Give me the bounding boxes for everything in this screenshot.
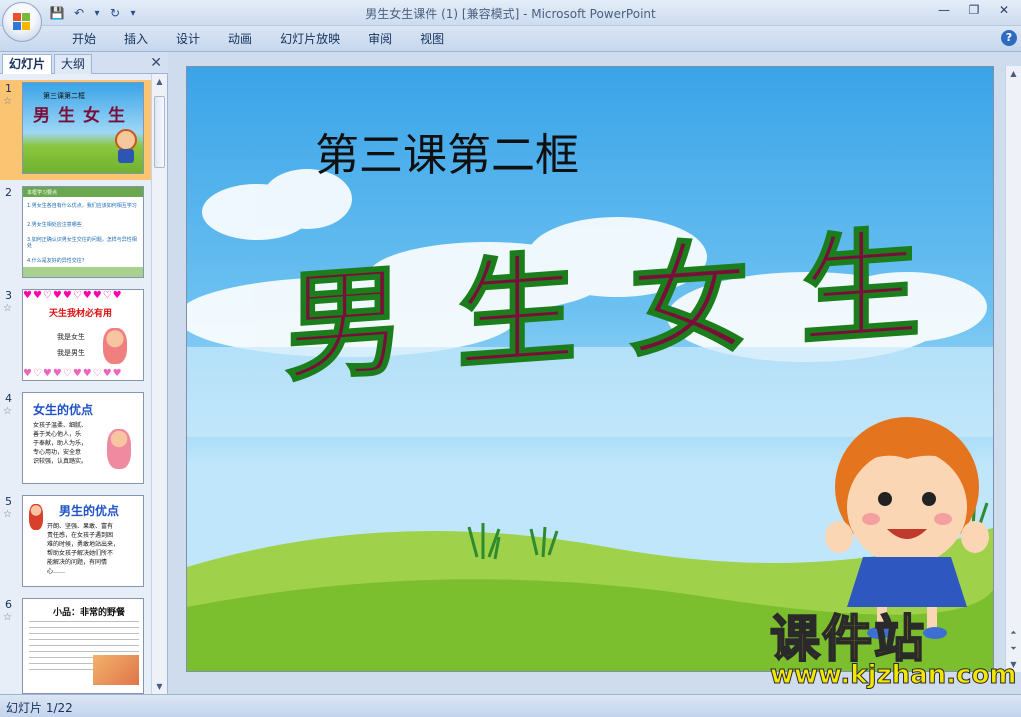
window-title: 男生女生课件 (1) [兼容模式] - Microsoft PowerPoint [365, 7, 656, 21]
animation-star-icon: ☆ [3, 406, 12, 417]
thumb-title: 小品：非常的野餐 [53, 608, 126, 618]
picnic-image-icon [93, 655, 139, 685]
slide-number: 1 [5, 82, 12, 95]
slide-thumbnail-1[interactable]: 1 ☆ 第三课第二框 男生女生 [0, 80, 152, 180]
slide-thumbnail-5[interactable]: 5 ☆ 男生的优点 开朗、坚强、果敢、富有 责任感，在女孩子遇到困 难的时候，勇… [0, 493, 152, 593]
thumb-line: 我是男生 [57, 349, 85, 357]
boy-figure-icon [29, 504, 43, 530]
tab-outline[interactable]: 大纲 [54, 54, 93, 74]
slide-number: 4 [5, 392, 12, 405]
slide-subtitle[interactable]: 第三课第二框 [315, 119, 579, 183]
thumb-line: 责任感，在女孩子遇到困 [47, 532, 114, 539]
slide-thumbnail-3[interactable]: 3 ☆ ♥♥♡♥♥♡♥♥♡♥ ♥♡♥♥♡♥♥♡♥♥ 天生我材必有用 我是女生 我… [0, 287, 152, 387]
thumb-line: 难的时候，勇敢地站出来， [47, 541, 120, 548]
thumbnail-image: 女生的优点 女孩子温柔、细腻、 善于关心他人，乐 于奉献，助人为乐， 专心用功，… [22, 392, 144, 484]
scroll-down-icon[interactable]: ▼ [152, 679, 167, 694]
tab-slides[interactable]: 幻灯片 [2, 54, 53, 74]
thumbnail-image: 男生的优点 开朗、坚强、果敢、富有 责任感，在女孩子遇到困 难的时候，勇敢地站出… [22, 495, 144, 587]
window-controls: — ❐ ✕ [929, 1, 1019, 19]
hearts-decoration-icon: ♥♡♥♥♡♥♥♡♥♥ [23, 368, 123, 379]
slide-thumbnail-2[interactable]: 2 本框学习要点 1.男女生各自有什么优点，我们应该如何相互学习 2.男女生相处… [0, 184, 152, 284]
ribbon-tab-bar: 开始 插入 设计 动画 幻灯片放映 审阅 视图 ? [0, 26, 1021, 52]
slide-number: 5 [5, 495, 12, 508]
thumb-line: 心…… [47, 568, 66, 575]
tab-slide-show[interactable]: 幻灯片放映 [266, 31, 354, 48]
thumb-line: 识较强，认真踏实。 [33, 458, 88, 465]
thumb-line: 女孩子温柔、细腻、 [33, 422, 88, 429]
minimize-button[interactable]: — [929, 1, 959, 19]
tab-design[interactable]: 设计 [162, 31, 214, 48]
girl-figure-icon [107, 429, 131, 469]
slide-number: 2 [5, 186, 12, 199]
editor-scrollbar[interactable]: ▲ ⏶ ⏷ ▼ [1005, 66, 1021, 672]
tab-insert[interactable]: 插入 [110, 31, 162, 48]
hearts-decoration-icon: ♥♥♡♥♥♡♥♥♡♥ [23, 290, 123, 301]
pane-tabs: 幻灯片 大纲 ✕ [0, 52, 168, 74]
thumb-main-title: 男生女生 [33, 106, 133, 126]
scrollbar-thumb[interactable] [154, 96, 165, 168]
slide-number: 6 [5, 598, 12, 611]
thumb-title: 天生我材必有用 [49, 309, 113, 319]
thumb-line: 专心用功，安全意 [33, 449, 82, 456]
thumb-line: 帮助女孩子解决她们所不 [47, 550, 114, 557]
thumb-line: 开朗、坚强、果敢、富有 [47, 523, 114, 530]
slide-counter: 幻灯片 1/22 [6, 701, 73, 715]
animation-star-icon: ☆ [3, 303, 12, 314]
restore-button[interactable]: ❐ [959, 1, 989, 19]
watermark-url: www.kjzhan.com [770, 660, 1017, 691]
close-pane-icon[interactable]: ✕ [150, 55, 162, 71]
title-bar: 💾 ↶ ▾ ↻ ▾ 男生女生课件 (1) [兼容模式] - Microsoft … [0, 0, 1021, 26]
ribbon-tabs: 开始 插入 设计 动画 幻灯片放映 审阅 视图 [58, 31, 458, 48]
girl-figure-icon [103, 328, 127, 364]
office-button[interactable] [2, 2, 42, 42]
girl-character-icon [825, 417, 989, 639]
thumb-title: 男生的优点 [59, 504, 120, 518]
scroll-up-icon[interactable]: ▲ [1006, 66, 1021, 81]
office-logo-icon [13, 13, 31, 31]
girl-dress-icon [118, 149, 134, 163]
thumb-line: 2.男女生相处应注意哪些 [27, 222, 82, 228]
slide-thumbnails: 1 ☆ 第三课第二框 男生女生 2 本框学习要点 1.男女生各自有什么优点，我们… [0, 74, 152, 694]
thumb-title: 女生的优点 [33, 403, 94, 417]
tab-home[interactable]: 开始 [58, 31, 110, 48]
animation-star-icon: ☆ [3, 96, 12, 107]
thumb-line: 4.什么是友好的异性交往？ [27, 258, 87, 264]
thumb-line: 于奉献，助人为乐， [33, 440, 88, 447]
close-button[interactable]: ✕ [989, 1, 1019, 19]
thumb-line: 善于关心他人，乐 [33, 431, 82, 438]
thumb-line: 3.如何正确认识男女生交往的问题，怎样与异性相处 [27, 237, 137, 249]
thumbnail-image: ♥♥♡♥♥♡♥♥♡♥ ♥♡♥♥♡♥♥♡♥♥ 天生我材必有用 我是女生 我是男生 [22, 289, 144, 381]
slide-thumbnail-6[interactable]: 6 ☆ 小品：非常的野餐 [0, 596, 152, 694]
thumb-line: 能解决的问题，有同情 [47, 559, 108, 566]
thumb-line: 1.男女生各自有什么优点，我们应该如何相互学习 [27, 203, 137, 209]
thumbnail-image: 本框学习要点 1.男女生各自有什么优点，我们应该如何相互学习 2.男女生相处应注… [22, 186, 144, 278]
watermark-logo: 课件站 [769, 610, 926, 668]
watermark: 课件站 www.kjzhan.com [769, 610, 1017, 691]
tab-review[interactable]: 审阅 [354, 31, 406, 48]
thumbnail-image: 小品：非常的野餐 [22, 598, 144, 694]
thumb-line: 本框学习要点 [27, 190, 58, 196]
girl-figure-icon [115, 129, 137, 151]
scroll-up-icon[interactable]: ▲ [152, 74, 167, 89]
tab-animations[interactable]: 动画 [214, 31, 266, 48]
thumb-line: 我是女生 [57, 333, 85, 341]
slide-thumbnail-4[interactable]: 4 ☆ 女生的优点 女孩子温柔、细腻、 善于关心他人，乐 于奉献，助人为乐， 专… [0, 390, 152, 490]
status-bar: 幻灯片 1/22 [0, 694, 1021, 717]
thumb-title: 第三课第二框 [43, 92, 85, 100]
slide-editor: 第三课第二框 男生女生 ▲ ⏶ ⏷ ▼ [170, 52, 1021, 694]
tab-view[interactable]: 视图 [406, 31, 458, 48]
slide-canvas[interactable]: 第三课第二框 男生女生 [186, 66, 994, 672]
help-icon[interactable]: ? [1001, 30, 1017, 46]
thumbnails-scrollbar[interactable]: ▲ ▼ [151, 74, 167, 694]
thumbnail-image: 第三课第二框 男生女生 [22, 82, 144, 174]
slides-pane: 幻灯片 大纲 ✕ 1 ☆ 第三课第二框 男生女生 2 本框学习要点 1.男女生各… [0, 52, 168, 694]
slide-number: 3 [5, 289, 12, 302]
animation-star-icon: ☆ [3, 509, 12, 520]
animation-star-icon: ☆ [3, 612, 12, 623]
